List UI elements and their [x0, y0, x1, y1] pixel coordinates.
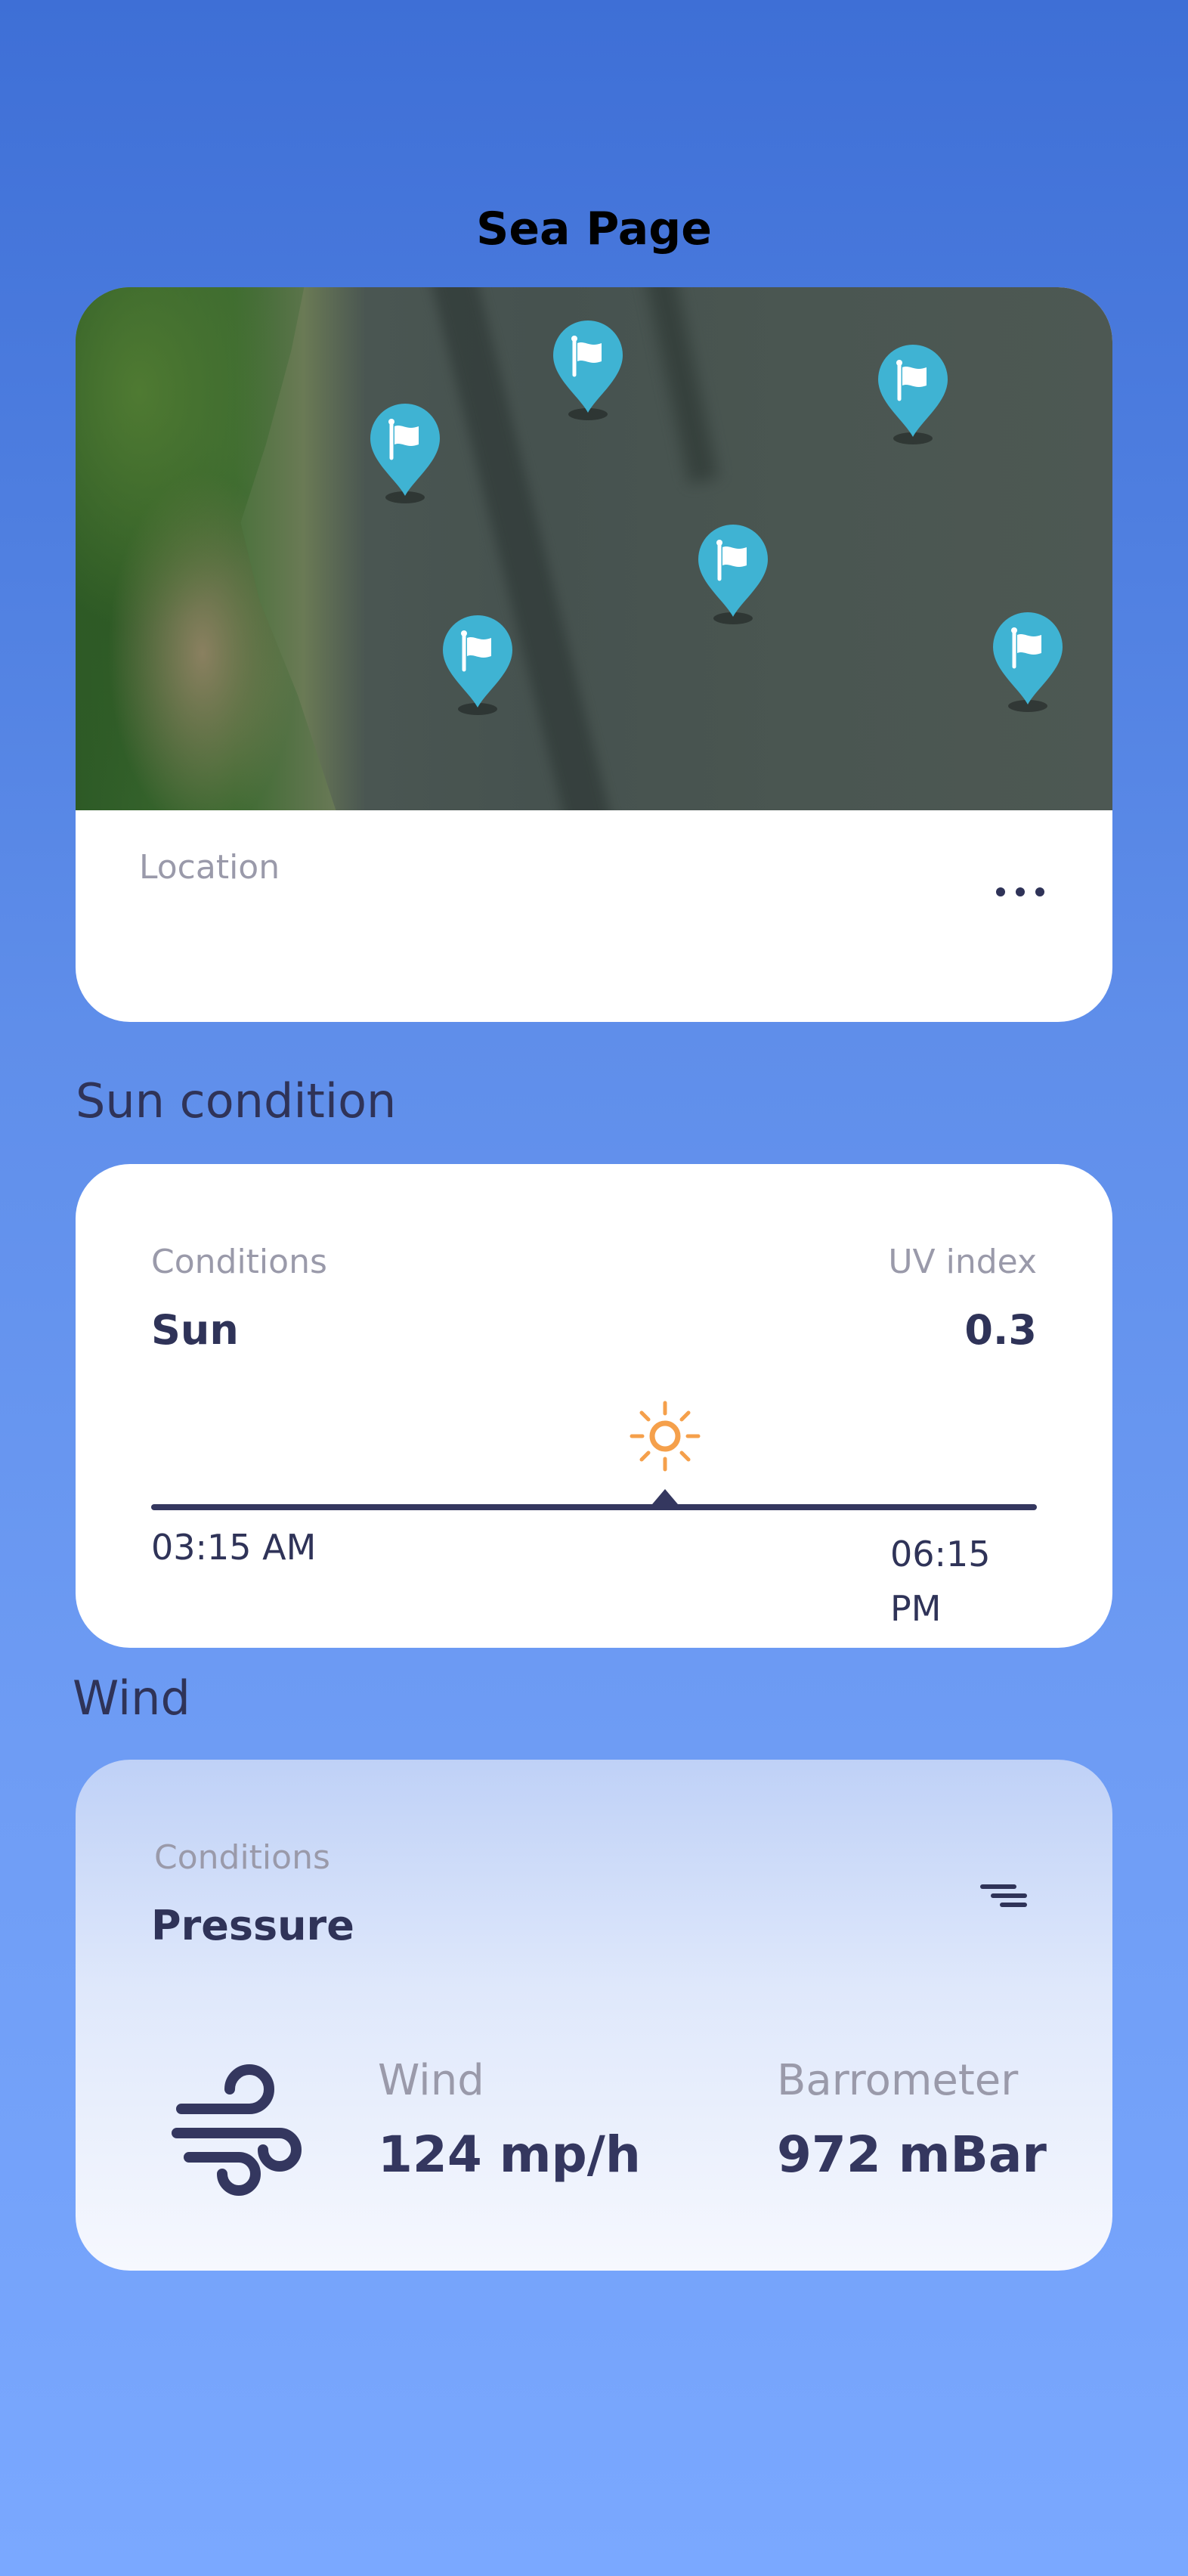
flag-pin-6[interactable] [988, 609, 1067, 712]
sunset-time: 06:15 PM [890, 1534, 991, 1629]
wind-card: Conditions Pressure Wind 124 mp/h Barrom… [76, 1760, 1112, 2271]
more-horizontal-icon-dot [1035, 887, 1044, 896]
wind-speed-label: Wind [378, 2056, 484, 2105]
location-label: Location [139, 848, 280, 887]
barometer-label: Barrometer [777, 2056, 1019, 2105]
sunrise-time: 03:15 AM [151, 1527, 317, 1568]
sun-position-marker [648, 1489, 682, 1509]
sun-conditions-label: Conditions [151, 1243, 327, 1281]
flag-pin-3[interactable] [366, 401, 444, 503]
sun-condition-card: Conditions UV index Sun 0.3 03:15 AM 06:… [76, 1164, 1112, 1648]
more-options-button[interactable] [982, 869, 1058, 915]
page-title: Sea Page [476, 203, 712, 255]
flag-pin-2[interactable] [874, 342, 952, 444]
uv-index-label: UV index [888, 1243, 1037, 1281]
flag-pin-1[interactable] [549, 317, 627, 420]
filter-icon[interactable] [979, 1875, 1028, 1917]
more-horizontal-icon-dot [1016, 887, 1025, 896]
satellite-map[interactable] [76, 287, 1112, 810]
flag-pin-4[interactable] [694, 522, 772, 624]
uv-index-value: 0.3 [964, 1306, 1037, 1354]
wind-speed-value: 124 mp/h [378, 2126, 641, 2184]
sun-conditions-value: Sun [151, 1306, 239, 1354]
wind-icon [166, 2060, 302, 2197]
wind-conditions-value: Pressure [151, 1902, 354, 1949]
map-land-area [76, 287, 336, 810]
map-river-secondary [642, 287, 719, 485]
more-horizontal-icon [996, 887, 1005, 896]
sun-condition-heading: Sun condition [76, 1073, 397, 1129]
barometer-value: 972 mBar [777, 2126, 1047, 2184]
map-card[interactable]: Location [76, 287, 1112, 1022]
daylight-track [151, 1504, 1037, 1510]
wind-heading: Wind [73, 1670, 190, 1726]
sun-icon [627, 1398, 703, 1474]
flag-pin-5[interactable] [438, 612, 517, 715]
wind-conditions-label: Conditions [154, 1838, 330, 1877]
